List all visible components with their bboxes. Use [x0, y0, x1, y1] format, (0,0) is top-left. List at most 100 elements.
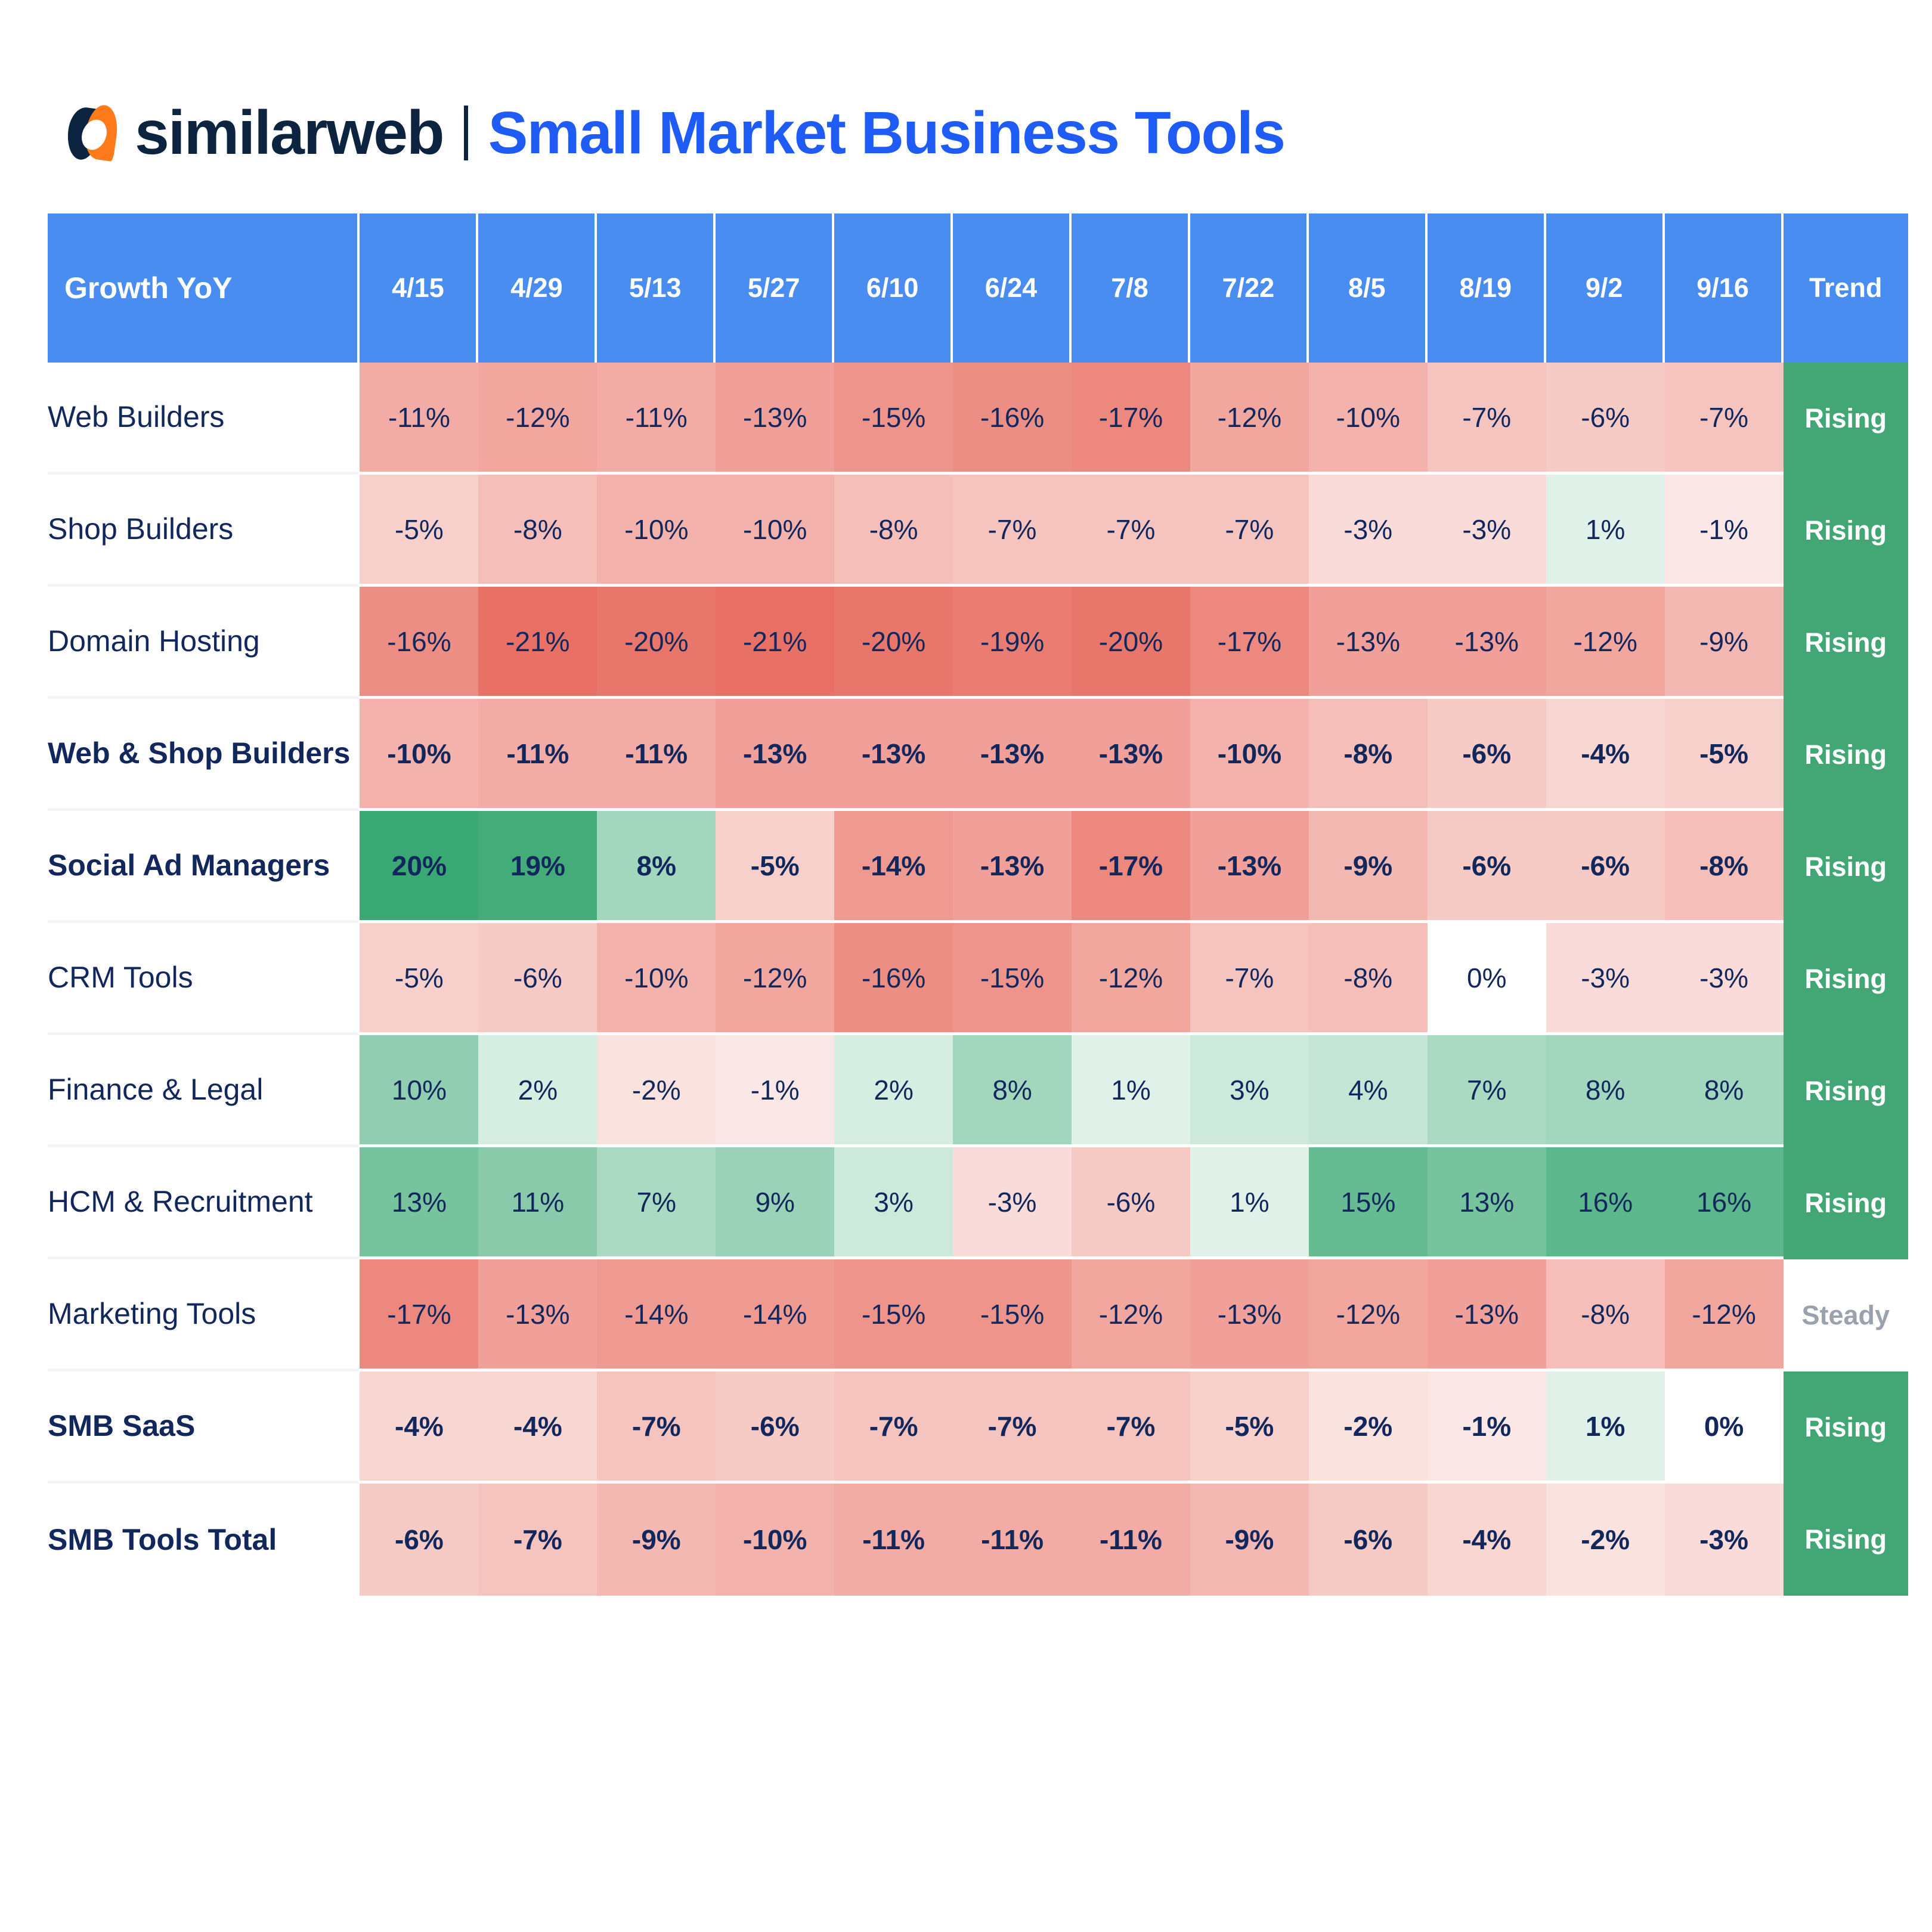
heatmap-cell: -8% — [478, 475, 597, 587]
heatmap-cell: -11% — [834, 1484, 953, 1596]
table-row: SMB Tools Total -6% -7% -9% -10% -11% -11% -11%… — [48, 1484, 1908, 1596]
heatmap-cell: -9% — [1190, 1484, 1309, 1596]
heatmap-cell: -3% — [1308, 475, 1428, 587]
heatmap-cell: -1% — [1427, 1371, 1546, 1484]
heatmap-cell: 10% — [360, 1035, 479, 1147]
heatmap-cell: -6% — [1427, 699, 1546, 811]
heatmap-cell: 3% — [1190, 1035, 1309, 1147]
heatmap-cell: -16% — [834, 923, 953, 1035]
table-row: Domain Hosting -16% -21% -20% -21% -20% -19% -2… — [48, 587, 1908, 699]
column-header-growth-yoy: Growth YoY — [48, 213, 360, 363]
heatmap-cell: -7% — [1190, 923, 1309, 1035]
heatmap-cell: -13% — [1427, 587, 1546, 699]
heatmap-cell: -5% — [1190, 1371, 1309, 1484]
heatmap-cell: 1% — [1546, 475, 1665, 587]
heatmap-cell: -8% — [1664, 811, 1784, 923]
heatmap-cell: -13% — [716, 363, 835, 475]
heatmap-cell: -3% — [1664, 1484, 1784, 1596]
heatmap-cell: -11% — [1072, 1484, 1190, 1596]
heatmap-cell: 7% — [597, 1147, 716, 1259]
heatmap-cell: -6% — [360, 1484, 479, 1596]
heatmap-cell: -14% — [597, 1259, 716, 1371]
trend-badge: Rising — [1783, 811, 1908, 923]
heatmap-cell: -13% — [953, 811, 1072, 923]
table-row: Finance & Legal 10% 2% -2% -1% 2% 8% 1% 3% 4% 7% 8%… — [48, 1035, 1908, 1147]
heatmap-cell: 9% — [716, 1147, 835, 1259]
trend-badge: Rising — [1783, 587, 1908, 699]
similarweb-logo-icon — [64, 103, 121, 162]
heatmap-cell: -2% — [597, 1035, 716, 1147]
heatmap-cell: -11% — [597, 363, 716, 475]
heatmap-cell: -12% — [1072, 1259, 1190, 1371]
heatmap-cell: 8% — [597, 811, 716, 923]
heatmap-cell: -5% — [1664, 699, 1784, 811]
column-header-trend: Trend — [1783, 213, 1908, 363]
heatmap-cell: -10% — [1308, 363, 1428, 475]
heatmap-cell: -10% — [597, 475, 716, 587]
table-row: Web & Shop Builders -10% -11% -11% -13% -13% -… — [48, 699, 1908, 811]
heatmap-cell: -15% — [834, 1259, 953, 1371]
column-header-date: 4/29 — [478, 213, 597, 363]
heatmap-cell: -17% — [1072, 363, 1190, 475]
heatmap-cell: -17% — [1190, 587, 1309, 699]
column-header-date: 7/8 — [1072, 213, 1190, 363]
heatmap-cell: -7% — [478, 1484, 597, 1596]
heatmap-cell: -4% — [1427, 1484, 1546, 1596]
heatmap-cell: 19% — [478, 811, 597, 923]
table-row: SMB SaaS -4% -4% -7% -6% -7% -7% -7% -5% -2% -1% 1%… — [48, 1371, 1908, 1484]
heatmap-cell: -13% — [1190, 1259, 1309, 1371]
table-row: Shop Builders -5% -8% -10% -10% -8% -7% -7% -7% -… — [48, 475, 1908, 587]
heatmap-cell: -3% — [1664, 923, 1784, 1035]
heatmap-cell: 8% — [1546, 1035, 1665, 1147]
heatmap-cell: -8% — [1308, 923, 1428, 1035]
row-label: SMB SaaS — [48, 1371, 360, 1484]
column-header-date: 6/10 — [834, 213, 953, 363]
heatmap-cell: -7% — [1427, 363, 1546, 475]
table-row: CRM Tools -5% -6% -10% -12% -16% -15% -12% -7% -8… — [48, 923, 1908, 1035]
heatmap-cell: -6% — [1427, 811, 1546, 923]
heatmap-cell: -6% — [1308, 1484, 1428, 1596]
trend-badge: Rising — [1783, 923, 1908, 1035]
heatmap-cell: -9% — [597, 1484, 716, 1596]
heatmap-cell: -13% — [716, 699, 835, 811]
heatmap-cell: -21% — [478, 587, 597, 699]
trend-badge: Rising — [1783, 1035, 1908, 1147]
heatmap-cell: -12% — [1546, 587, 1665, 699]
heatmap-cell: -8% — [834, 475, 953, 587]
column-header-date: 6/24 — [953, 213, 1072, 363]
trend-badge: Rising — [1783, 699, 1908, 811]
trend-badge: Rising — [1783, 1484, 1908, 1596]
heatmap-cell: 3% — [834, 1147, 953, 1259]
heatmap-cell: -13% — [1190, 811, 1309, 923]
row-label: Web & Shop Builders — [48, 699, 360, 811]
heatmap-cell: -7% — [953, 475, 1072, 587]
heatmap-cell: -17% — [360, 1259, 479, 1371]
heatmap-cell: -9% — [1664, 587, 1784, 699]
heatmap-cell: 16% — [1664, 1147, 1784, 1259]
heatmap-cell: -11% — [360, 363, 479, 475]
row-label: Finance & Legal — [48, 1035, 360, 1147]
heatmap-cell: -13% — [953, 699, 1072, 811]
heatmap-cell: -15% — [834, 363, 953, 475]
heatmap-cell: -19% — [953, 587, 1072, 699]
row-label: Web Builders — [48, 363, 360, 475]
heatmap-cell: 0% — [1427, 923, 1546, 1035]
heatmap-cell: -2% — [1546, 1484, 1665, 1596]
heatmap-cell: -6% — [1546, 363, 1665, 475]
heatmap-cell: -12% — [478, 363, 597, 475]
heatmap-cell: -12% — [1190, 363, 1309, 475]
trend-badge: Steady — [1783, 1259, 1908, 1371]
heatmap-cell: -15% — [953, 1259, 1072, 1371]
heatmap-cell: -3% — [1427, 475, 1546, 587]
row-label: CRM Tools — [48, 923, 360, 1035]
heatmap-cell: 8% — [953, 1035, 1072, 1147]
heatmap-cell: -14% — [716, 1259, 835, 1371]
heatmap-cell: -5% — [360, 923, 479, 1035]
heatmap-cell: -20% — [834, 587, 953, 699]
heatmap-cell: 11% — [478, 1147, 597, 1259]
heatmap-cell: -12% — [1664, 1259, 1784, 1371]
heatmap-cell: -12% — [1072, 923, 1190, 1035]
heatmap-cell: -20% — [597, 587, 716, 699]
heatmap-cell: -7% — [1664, 363, 1784, 475]
column-header-date: 8/5 — [1308, 213, 1428, 363]
